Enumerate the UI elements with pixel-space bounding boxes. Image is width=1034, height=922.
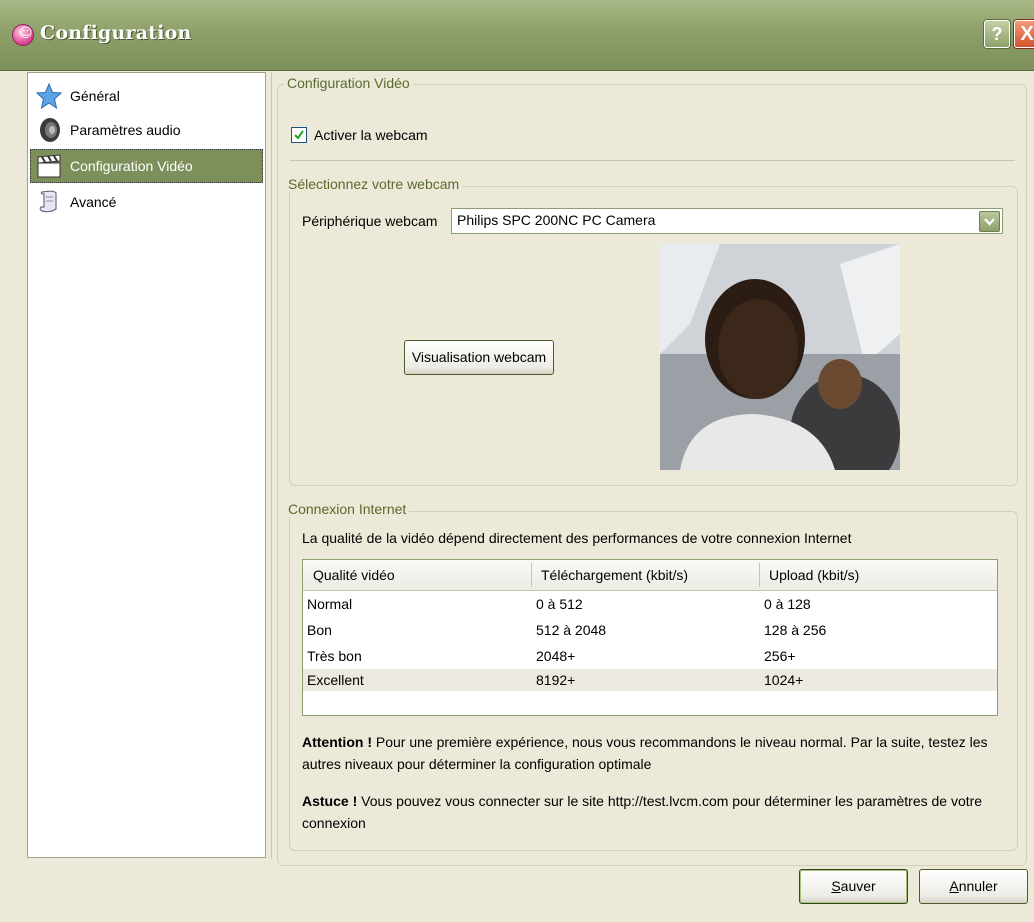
save-button[interactable]: Sauver — [799, 869, 908, 904]
table-cell: 8192+ — [536, 672, 576, 688]
attention-text: Pour une première expérience, nous vous … — [302, 734, 988, 772]
sidebar-item-general[interactable]: Général — [30, 79, 263, 113]
tip-text: Vous pouvez vous connecter sur le site h… — [302, 793, 983, 831]
webcam-device-select[interactable]: Philips SPC 200NC PC Camera — [451, 208, 1003, 234]
quality-description: La qualité de la vidéo dépend directemen… — [302, 530, 852, 546]
check-icon — [294, 130, 304, 140]
column-header[interactable]: Téléchargement (kbit/s) — [531, 560, 688, 590]
table-cell: Excellent — [307, 672, 364, 688]
group-title: Configuration Vidéo — [284, 75, 413, 91]
divider — [290, 160, 1015, 161]
table-cell: Bon — [307, 622, 332, 638]
table-header: Qualité vidéo Téléchargement (kbit/s) Up… — [303, 560, 997, 591]
attention-note: Attention ! Pour une première expérience… — [302, 731, 1002, 775]
quality-table: Qualité vidéo Téléchargement (kbit/s) Up… — [302, 559, 998, 716]
chevron-down-icon[interactable] — [979, 211, 1000, 232]
sidebar-item-video[interactable]: Configuration Vidéo — [30, 149, 263, 183]
title-bar[interactable]: ☺ Configuration ? X — [0, 0, 1034, 71]
webcam-preview-button[interactable]: Visualisation webcam — [404, 340, 554, 375]
group-title: Sélectionnez votre webcam — [285, 176, 463, 192]
scroll-icon — [39, 190, 57, 213]
table-cell: 2048+ — [536, 648, 576, 664]
sidebar-item-audio[interactable]: Paramètres audio — [30, 113, 263, 147]
speaker-icon — [40, 118, 60, 142]
panel-splitter[interactable] — [271, 72, 272, 858]
table-cell: 0 à 512 — [536, 596, 583, 612]
table-cell: 128 à 256 — [764, 622, 827, 638]
attention-label: Attention ! — [302, 734, 372, 750]
tip-note: Astuce ! Vous pouvez vous connecter sur … — [302, 790, 1002, 834]
cancel-button[interactable]: Annuler — [919, 869, 1028, 904]
star-icon — [36, 83, 62, 109]
help-button[interactable]: ? — [984, 20, 1010, 48]
table-cell: 512 à 2048 — [536, 622, 607, 638]
enable-webcam-label[interactable]: Activer la webcam — [314, 124, 428, 146]
table-row[interactable]: Bon 512 à 2048 128 à 256 — [303, 619, 997, 641]
tip-label: Astuce ! — [302, 793, 358, 809]
sidebar-item-label: Paramètres audio — [70, 122, 181, 138]
table-cell: 1024+ — [764, 672, 804, 688]
column-header[interactable]: Qualité vidéo — [303, 560, 395, 590]
save-label: auver — [840, 878, 876, 894]
sidebar-item-label: Avancé — [70, 194, 117, 210]
enable-webcam-checkbox[interactable] — [291, 127, 307, 143]
group-title: Connexion Internet — [285, 501, 410, 517]
app-logo-icon: ☺ — [12, 24, 34, 46]
configuration-window: ☺ Configuration ? X Général Paramètres a… — [0, 0, 1034, 922]
table-cell: Très bon — [307, 648, 362, 664]
table-cell: 0 à 128 — [764, 596, 811, 612]
cancel-mnemonic: A — [949, 878, 959, 894]
webcam-preview-image — [660, 244, 900, 470]
table-cell: 256+ — [764, 648, 796, 664]
device-label: Périphérique webcam — [302, 213, 438, 229]
table-row[interactable]: Normal 0 à 512 0 à 128 — [303, 593, 997, 615]
column-header[interactable]: Upload (kbit/s) — [759, 560, 859, 590]
sidebar-item-advanced[interactable]: Avancé — [30, 185, 263, 219]
cancel-label: nnuler — [958, 878, 998, 894]
settings-sidebar: Général Paramètres audio Configuration V… — [27, 72, 266, 858]
table-row[interactable]: Très bon 2048+ 256+ — [303, 645, 997, 667]
window-title: Configuration — [40, 22, 192, 44]
save-mnemonic: S — [831, 878, 841, 894]
table-cell: Normal — [307, 596, 353, 612]
sidebar-item-label: Configuration Vidéo — [70, 158, 193, 174]
webcam-device-value: Philips SPC 200NC PC Camera — [457, 212, 656, 228]
close-button[interactable]: X — [1014, 20, 1034, 48]
clapperboard-icon — [37, 154, 61, 178]
table-row[interactable]: Excellent 8192+ 1024+ — [303, 669, 997, 691]
sidebar-item-label: Général — [70, 88, 120, 104]
